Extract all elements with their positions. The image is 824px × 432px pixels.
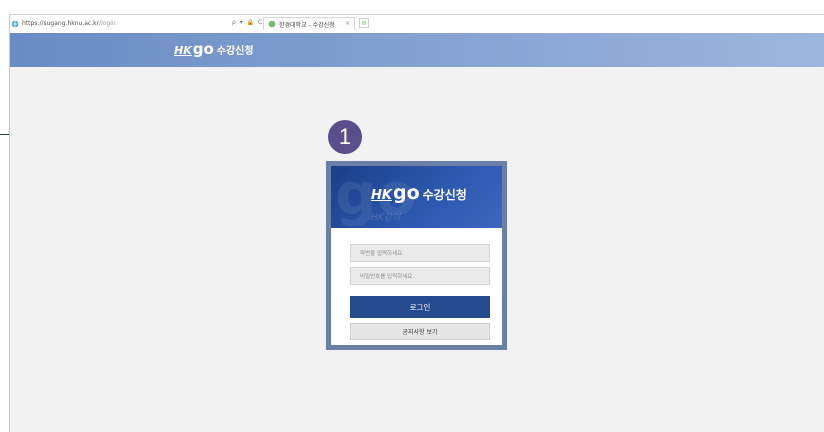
tab-favicon-icon — [268, 20, 276, 28]
logo-hk: HK — [174, 44, 192, 57]
login-card-header: go HK강이 HK go 수강신청 — [331, 166, 502, 228]
tab-title: 한경대학교 - 수강신청 — [279, 21, 335, 29]
page-favicon-icon — [11, 20, 19, 27]
new-tab-button[interactable] — [359, 18, 369, 28]
url-host: https://sugang. — [22, 20, 68, 27]
url-domain: hknu.ac.kr — [67, 20, 100, 27]
login-card-body: go HK강이 HK go 수강신청 학번을 입력하세요. 비밀번호를 입력하세… — [331, 166, 502, 345]
callout-badge: 1 — [328, 120, 362, 154]
card-logo: HK go 수강신청 — [371, 182, 467, 204]
site-header: HK go 수강신청 — [10, 33, 824, 67]
url-path: /login — [99, 20, 116, 27]
card-logo-go: go — [392, 182, 420, 204]
student-id-input[interactable]: 학번을 입력하세요. — [350, 244, 490, 262]
view-notices-button[interactable]: 공지사항 보기 — [350, 323, 490, 340]
login-button[interactable]: 로그인 — [350, 296, 490, 318]
card-logo-hk: HK — [371, 188, 392, 203]
header-watermark-small: HK강이 — [371, 213, 401, 223]
logo-text: 수강신청 — [216, 46, 254, 57]
site-logo[interactable]: HK go 수강신청 — [174, 40, 254, 58]
address-bar: https://sugang.hknu.ac.kr/login ρ ▾ 🔒 C … — [10, 15, 824, 34]
address-tools-icons[interactable]: ρ ▾ 🔒 C — [232, 19, 263, 26]
card-logo-text: 수강신청 — [422, 188, 467, 202]
tab-close-icon[interactable]: × — [345, 20, 350, 27]
logo-go: go — [192, 40, 214, 58]
login-card: go HK강이 HK go 수강신청 학번을 입력하세요. 비밀번호를 입력하세… — [326, 161, 507, 350]
tab-sugang[interactable]: 한경대학교 - 수강신청 × — [263, 17, 355, 30]
password-input[interactable]: 비밀번호를 입력하세요. — [350, 267, 490, 285]
